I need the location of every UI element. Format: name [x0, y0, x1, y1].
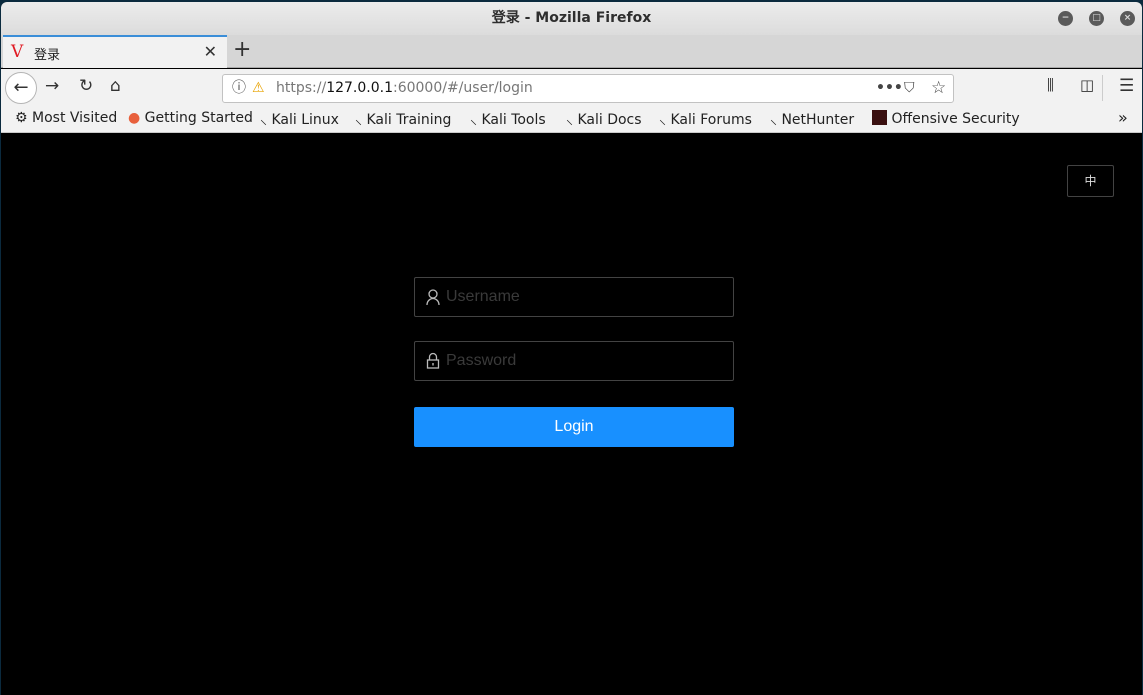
username-field[interactable] [414, 277, 734, 317]
kali-dragon-icon: ⸜ [470, 112, 477, 128]
bookmark-label: Offensive Security [891, 111, 1020, 127]
site-favicon-icon: V [11, 42, 24, 62]
forward-button[interactable]: → [45, 76, 59, 96]
bookmark-label: Kali Tools [481, 112, 546, 128]
bookmark-star-icon[interactable]: ☆ [931, 75, 946, 102]
bookmark-label: Kali Training [366, 112, 452, 128]
home-button[interactable]: ⌂ [110, 76, 121, 96]
offsec-icon [872, 110, 887, 125]
tab-label: 登录 [34, 48, 61, 63]
title-bar: 登录 - Mozilla Firefox − □ × [1, 2, 1142, 35]
pocket-icon[interactable]: ⛉ [904, 75, 915, 102]
password-input[interactable] [446, 342, 726, 380]
bookmark-label: Kali Forums [670, 112, 752, 128]
bookmark-kali-training[interactable]: ⸜ Kali Training [355, 110, 451, 129]
kali-dragon-icon: ⸜ [355, 112, 362, 128]
url-scheme: https:// [276, 80, 327, 96]
gear-icon: ⚙ [15, 110, 28, 126]
bookmarks-toolbar: ⚙ Most Visited ● Getting Started ⸜ Kali … [1, 105, 1142, 133]
sidebar-icon[interactable]: ◫ [1080, 76, 1094, 94]
bookmark-label: Most Visited [32, 110, 118, 126]
login-button[interactable]: Login [414, 407, 734, 447]
kali-dragon-icon: ⸜ [659, 112, 666, 128]
new-tab-button[interactable]: + [233, 37, 251, 62]
library-icon[interactable]: ⫼ [1047, 76, 1054, 94]
minimize-button[interactable]: − [1058, 11, 1073, 26]
bookmark-kali-tools[interactable]: ⸜ Kali Tools [470, 110, 546, 129]
insecure-lock-icon[interactable]: ⚠ [252, 75, 265, 102]
firefox-icon: ● [128, 110, 141, 126]
user-icon [426, 289, 440, 306]
bookmark-label: Kali Linux [271, 112, 339, 128]
kali-dragon-icon: ⸜ [770, 112, 777, 128]
password-field[interactable] [414, 341, 734, 381]
language-toggle-button[interactable]: 中 [1067, 165, 1114, 197]
bookmark-most-visited[interactable]: ⚙ Most Visited [15, 110, 117, 126]
lock-icon [426, 352, 440, 369]
info-icon[interactable]: ⓘ [232, 75, 246, 102]
bookmark-label: Getting Started [144, 110, 253, 126]
menu-icon[interactable]: ☰ [1119, 76, 1134, 96]
close-window-button[interactable]: × [1120, 11, 1135, 26]
url-host: 127.0.0.1 [326, 80, 393, 96]
page-content: 中 Login [1, 134, 1142, 695]
bookmark-getting-started[interactable]: ● Getting Started [128, 110, 253, 126]
browser-window: 登录 - Mozilla Firefox − □ × V 登录 ✕ + ← → … [1, 2, 1142, 695]
bookmark-kali-linux[interactable]: ⸜ Kali Linux [260, 110, 339, 129]
reload-button[interactable]: ↻ [79, 76, 93, 96]
bookmark-nethunter[interactable]: ⸜ NetHunter [770, 110, 854, 129]
bookmarks-overflow-button[interactable]: » [1118, 108, 1128, 127]
bookmark-kali-docs[interactable]: ⸜ Kali Docs [566, 110, 642, 129]
window-title: 登录 - Mozilla Firefox [491, 10, 652, 26]
bookmark-label: Kali Docs [577, 112, 642, 128]
back-button[interactable]: ← [5, 72, 37, 104]
nav-bar: ← → ↻ ⌂ ⓘ ⚠ https://127.0.0.1:60000/#/us… [1, 69, 1142, 105]
url-path: :60000/#/user/login [392, 80, 533, 96]
username-input[interactable] [446, 278, 726, 316]
kali-dragon-icon: ⸜ [566, 112, 573, 128]
address-bar[interactable]: ⓘ ⚠ https://127.0.0.1:60000/#/user/login… [222, 74, 954, 103]
bookmark-label: NetHunter [781, 112, 855, 128]
close-tab-icon[interactable]: ✕ [204, 42, 217, 61]
bookmark-kali-forums[interactable]: ⸜ Kali Forums [659, 110, 752, 129]
page-actions-icon[interactable]: ••• [876, 75, 903, 102]
bookmark-offensive-security[interactable]: Offensive Security [872, 110, 1020, 127]
kali-dragon-icon: ⸜ [260, 112, 267, 128]
tab-bar: V 登录 ✕ + [1, 35, 1142, 68]
tab-login[interactable]: V 登录 ✕ [3, 35, 227, 68]
divider [1102, 75, 1103, 101]
maximize-button[interactable]: □ [1089, 11, 1104, 26]
